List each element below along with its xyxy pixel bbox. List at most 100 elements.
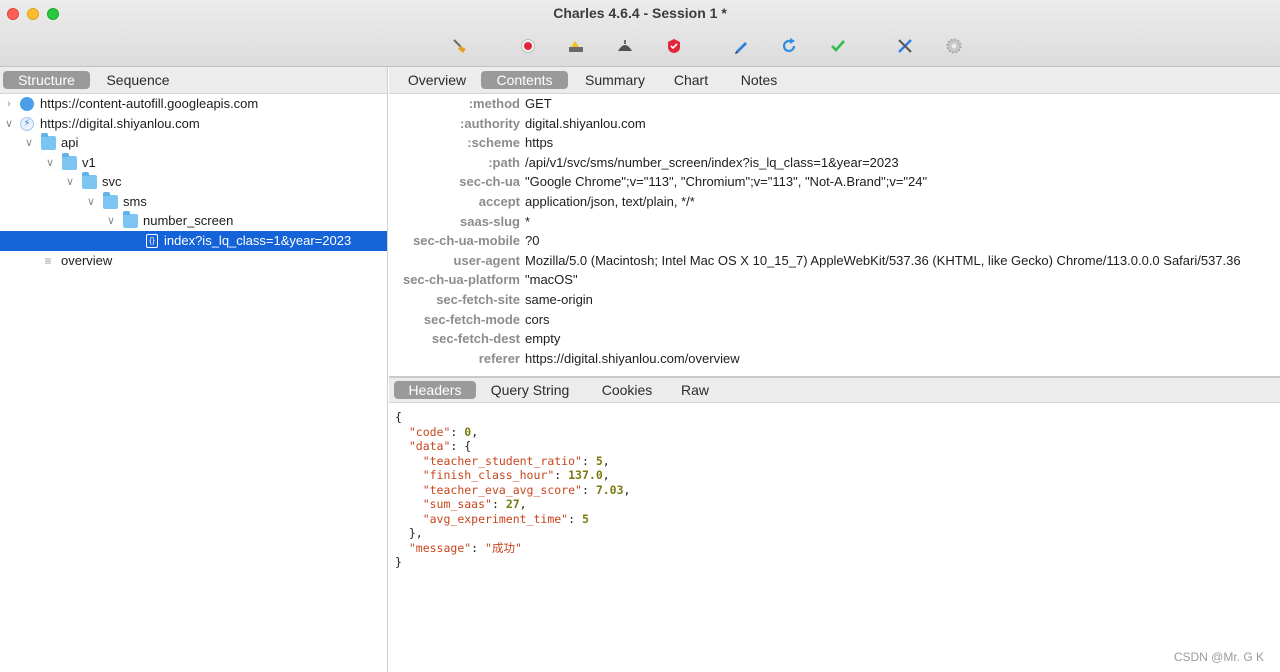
- tab-query-string[interactable]: Query String: [484, 381, 576, 399]
- json-key: "data": [408, 439, 451, 453]
- header-value: "Google Chrome";v="113", "Chromium";v="1…: [525, 174, 928, 190]
- tree-item-request-index[interactable]: {} index?is_lq_class=1&year=2023: [0, 231, 387, 251]
- header-row[interactable]: referer https://digital.shiyanlou.com/ove…: [389, 349, 1280, 369]
- tab-cookies[interactable]: Cookies: [594, 381, 660, 399]
- json-number: 137.0: [568, 468, 603, 482]
- tab-notes[interactable]: Notes: [729, 71, 789, 89]
- header-value: *: [525, 213, 531, 229]
- list-document-icon: ≡: [44, 254, 52, 268]
- header-value: "macOS": [525, 272, 578, 288]
- header-value: digital.shiyanlou.com: [525, 115, 646, 131]
- tab-structure[interactable]: Structure: [3, 71, 90, 89]
- json-number: 27: [505, 497, 520, 511]
- response-json-body[interactable]: { "code": 0, "data": { "teacher_student_…: [395, 410, 630, 570]
- breakpoints-icon[interactable]: [615, 36, 635, 56]
- tab-summary[interactable]: Summary: [575, 71, 655, 89]
- watermark: CSDN @Mr. G K: [1173, 650, 1264, 664]
- header-row[interactable]: sec-fetch-mode cors: [389, 310, 1280, 330]
- tree-item-folder-number-screen[interactable]: ∨ number_screen: [0, 211, 387, 231]
- header-key: :method: [468, 96, 520, 111]
- tree-item-folder-sms[interactable]: ∨ sms: [0, 192, 387, 212]
- structure-panel: Structure Sequence › https://content-aut…: [0, 67, 388, 672]
- header-key: sec-fetch-dest: [431, 331, 520, 347]
- header-row[interactable]: sec-ch-ua-platform "macOS": [389, 270, 1280, 290]
- header-row[interactable]: :scheme https: [389, 133, 1280, 153]
- chevron-down-icon[interactable]: ∨: [23, 133, 35, 153]
- ssl-icon[interactable]: [664, 36, 684, 56]
- header-value: empty: [525, 331, 561, 347]
- tools-icon[interactable]: [895, 36, 915, 56]
- tab-overview[interactable]: Overview: [398, 71, 476, 89]
- json-key: "teacher_eva_avg_score": [422, 482, 582, 497]
- tree-item-folder-v1[interactable]: ∨ v1: [0, 153, 387, 173]
- tree-item-folder-api[interactable]: ∨ api: [0, 133, 387, 153]
- settings-icon[interactable]: [944, 36, 964, 56]
- header-row[interactable]: accept application/json, text/plain, */*: [389, 192, 1280, 212]
- header-key: saas-slug: [460, 213, 520, 229]
- header-key: :path: [488, 154, 520, 170]
- tree-item-host-shiyanlou[interactable]: ∨ ⚡ https://digital.shiyanlou.com: [0, 114, 387, 134]
- folder-icon: [41, 133, 56, 150]
- tree-item-label: https://digital.shiyanlou.com: [40, 116, 200, 131]
- header-key: sec-ch-ua: [459, 174, 520, 190]
- lightning-icon: ⚡: [20, 117, 34, 131]
- header-row[interactable]: user-agent Mozilla/5.0 (Macintosh; Intel …: [389, 251, 1280, 271]
- tree-item-folder-svc[interactable]: ∨ svc: [0, 172, 387, 192]
- header-row[interactable]: :path/api/v1/svc/sms/number_screen/index…: [389, 153, 1280, 173]
- compose-icon[interactable]: [731, 36, 751, 56]
- header-row[interactable]: :authority digital.shiyanlou.com: [389, 114, 1280, 134]
- view-switcher: Structure Sequence: [0, 67, 387, 94]
- json-key: "avg_experiment_time": [422, 511, 569, 526]
- header-key: sec-ch-ua-mobile: [413, 233, 520, 249]
- tab-contents[interactable]: Contents: [481, 71, 568, 89]
- header-key: user-agent: [453, 252, 520, 268]
- folder-icon: [103, 192, 118, 209]
- throttle-icon[interactable]: [566, 36, 586, 56]
- globe-icon: [20, 97, 34, 111]
- header-value: application/json, text/plain, */*: [525, 194, 695, 209]
- folder-icon: [123, 211, 138, 228]
- json-number: 0: [464, 424, 472, 439]
- header-row[interactable]: sec-ch-ua-mobile ?0: [389, 231, 1280, 251]
- tab-headers[interactable]: Headers: [394, 381, 476, 399]
- chevron-down-icon[interactable]: ∨: [105, 211, 117, 231]
- header-row[interactable]: sec-fetch-dest empty: [389, 329, 1280, 349]
- tree-item-label: https://content-autofill.googleapis.com: [40, 96, 259, 111]
- header-row[interactable]: sec-fetch-site same-origin: [389, 290, 1280, 310]
- header-row[interactable]: sec-ch-ua "Google Chrome";v="113", "Chrom…: [389, 172, 1280, 192]
- title-bar: Charles 4.6.4 - Session 1 *: [0, 0, 1280, 67]
- tab-chart[interactable]: Chart: [661, 71, 721, 89]
- chevron-right-icon[interactable]: ›: [3, 94, 15, 114]
- header-value: ?0: [525, 233, 540, 249]
- json-number: 5: [595, 453, 603, 468]
- tree-item-request-overview[interactable]: ≡ overview: [0, 251, 387, 271]
- header-key: :authority: [460, 115, 520, 131]
- header-row[interactable]: :method GET: [389, 94, 1280, 114]
- tree-item-label: number_screen: [143, 213, 234, 228]
- header-value: cors: [525, 311, 550, 327]
- response-tabs: Headers Query String Cookies Raw: [389, 378, 1280, 403]
- chevron-down-icon[interactable]: ∨: [3, 114, 15, 134]
- json-key: "message": [408, 540, 472, 555]
- chevron-down-icon[interactable]: ∨: [85, 192, 97, 212]
- json-number: 7.03: [595, 482, 624, 497]
- window-title: Charles 4.6.4 - Session 1 *: [553, 5, 727, 21]
- chevron-down-icon[interactable]: ∨: [44, 153, 56, 173]
- tree-item-label: svc: [102, 174, 122, 189]
- tree-item-host-googleapis[interactable]: › https://content-autofill.googleapis.co…: [0, 94, 387, 114]
- header-row[interactable]: saas-slug *: [389, 212, 1280, 232]
- record-icon[interactable]: [518, 36, 538, 56]
- header-value: /api/v1/svc/sms/number_screen/index?is_l…: [525, 154, 899, 170]
- chevron-down-icon[interactable]: ∨: [64, 172, 76, 192]
- header-value: https://digital.shiyanlou.com/overview: [525, 350, 740, 366]
- detail-panel: Overview Contents Summary Chart Notes :m…: [389, 67, 1280, 672]
- tab-sequence[interactable]: Sequence: [94, 71, 182, 89]
- request-headers-table: :method GET :authority digital.shiyanlou.c…: [389, 94, 1280, 376]
- header-key: sec-fetch-site: [436, 292, 520, 307]
- tree-item-label: index?is_lq_class=1&year=2023: [164, 233, 352, 248]
- validate-icon[interactable]: [828, 36, 848, 56]
- tab-raw[interactable]: Raw: [674, 381, 716, 399]
- json-string: "成功": [485, 540, 522, 555]
- broom-icon[interactable]: [450, 36, 470, 56]
- repeat-icon[interactable]: [779, 36, 799, 56]
